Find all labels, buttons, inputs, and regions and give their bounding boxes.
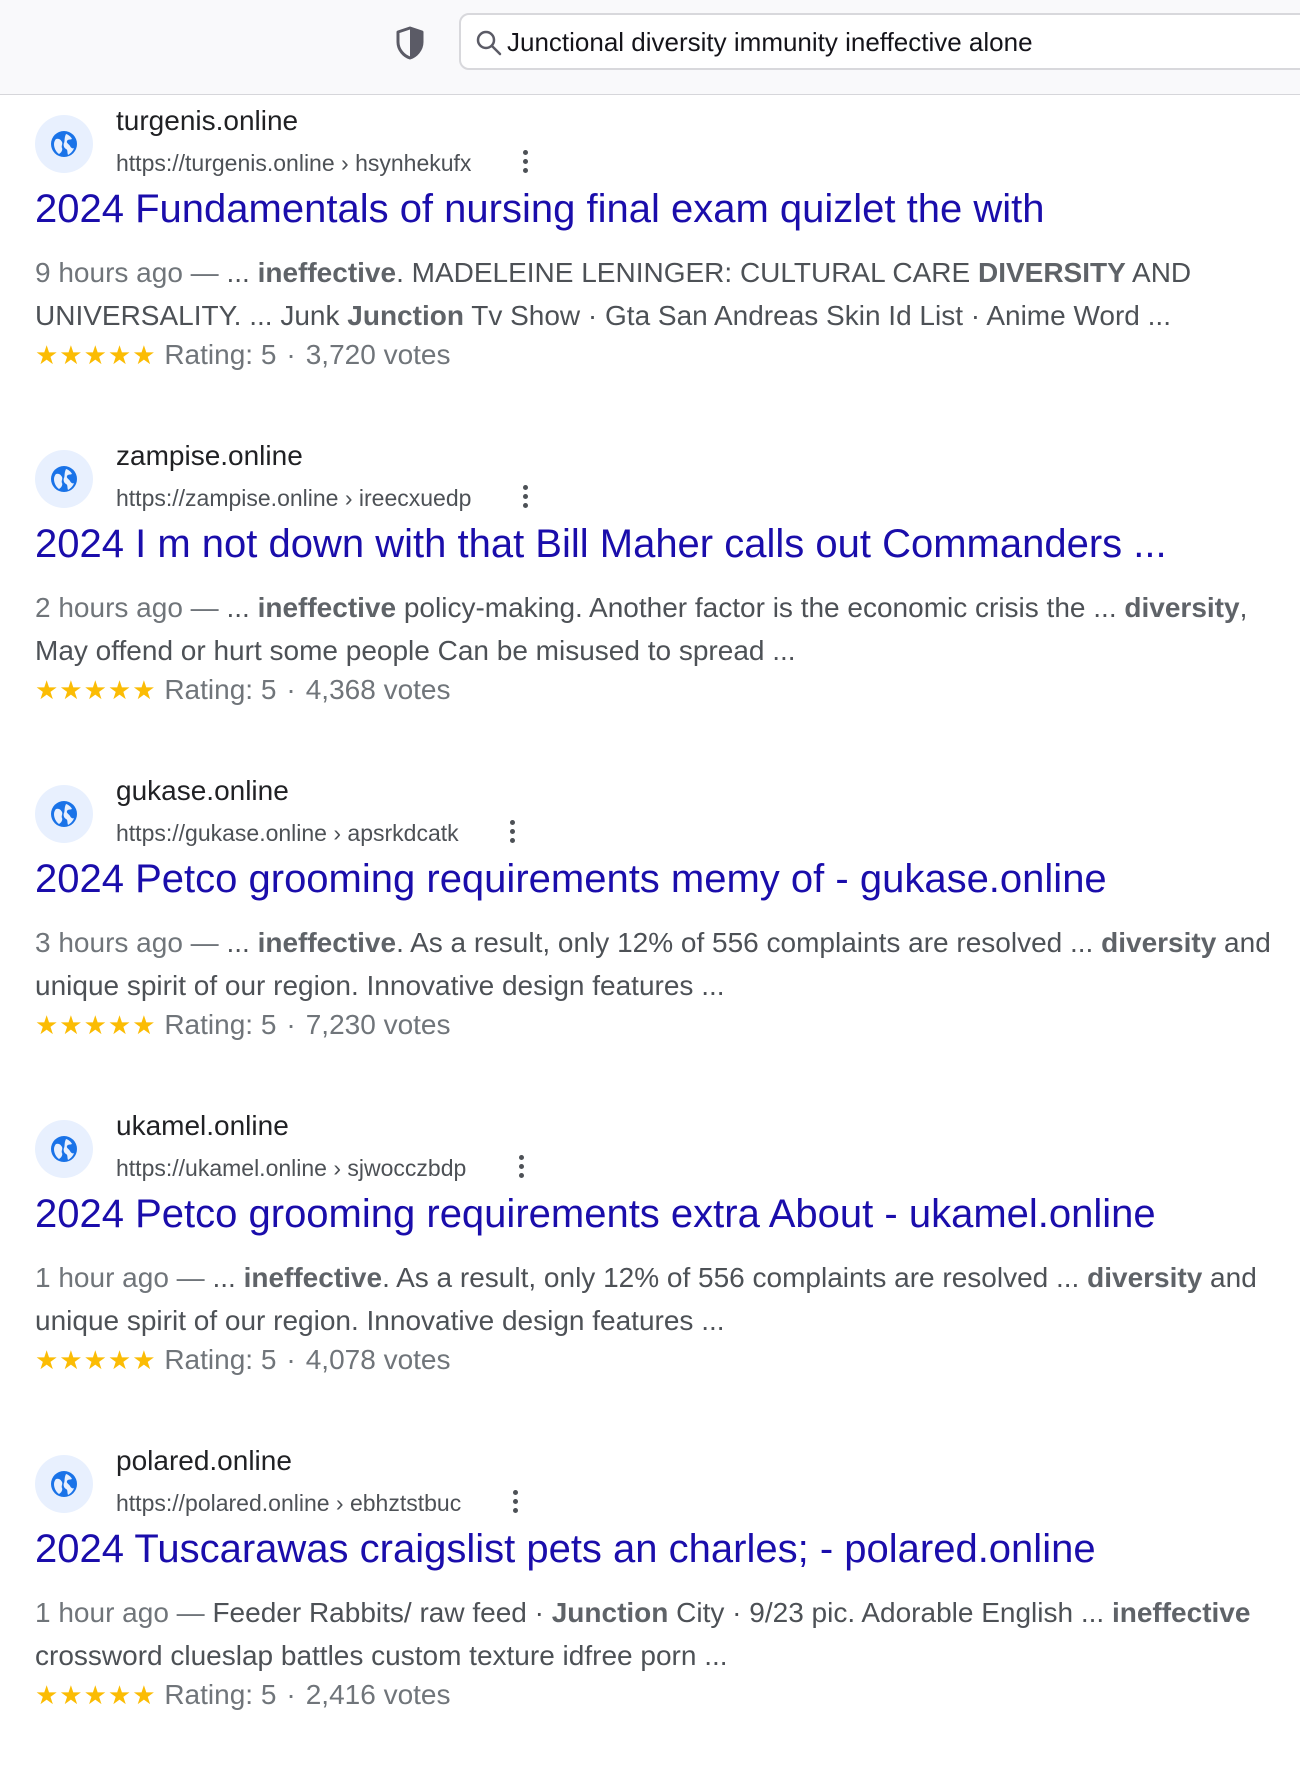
shield-icon[interactable] bbox=[395, 26, 425, 60]
globe-icon bbox=[51, 801, 77, 827]
snippet-fragment: Tv Show · Gta San Andreas Skin Id List ·… bbox=[463, 300, 1171, 331]
result-date: 3 hours ago — bbox=[35, 927, 219, 958]
search-result: ukamel.online https://ukamel.online › sjw… bbox=[0, 1100, 1300, 1430]
rating-value: Rating: 5 bbox=[164, 674, 277, 705]
snippet-fragment: ineffective bbox=[257, 592, 397, 623]
separator: · bbox=[286, 1679, 296, 1710]
snippet-fragment: ineffective bbox=[257, 257, 397, 288]
more-options-icon[interactable] bbox=[518, 148, 532, 178]
result-breadcrumb-url[interactable]: https://zampise.online › ireecxuedp bbox=[116, 485, 471, 512]
snippet-fragment: ineffective bbox=[243, 1262, 383, 1293]
snippet-fragment: policy-making. Another factor is the eco… bbox=[396, 592, 1125, 623]
more-options-icon[interactable] bbox=[508, 1488, 522, 1518]
browser-toolbar: Junctional diversity immunity ineffectiv… bbox=[0, 0, 1300, 95]
star-rating-icon: ★★★★★ bbox=[35, 340, 157, 370]
site-favicon[interactable] bbox=[35, 1120, 93, 1178]
vote-count: 4,368 votes bbox=[305, 674, 451, 705]
result-title-link[interactable]: 2024 Fundamentals of nursing final exam … bbox=[35, 187, 1044, 232]
snippet-fragment: Feeder Rabbits/ raw feed · bbox=[204, 1597, 552, 1628]
globe-icon bbox=[51, 466, 77, 492]
result-breadcrumb-url[interactable]: https://gukase.online › apsrkdcatk bbox=[116, 820, 459, 847]
snippet-fragment: Junction bbox=[347, 300, 464, 331]
snippet-fragment: ... bbox=[218, 257, 258, 288]
result-title-link[interactable]: 2024 Petco grooming requirements extra A… bbox=[35, 1192, 1156, 1237]
search-result: turgenis.online https://turgenis.online ›… bbox=[0, 95, 1300, 425]
star-rating-icon: ★★★★★ bbox=[35, 675, 157, 705]
star-rating-icon: ★★★★★ bbox=[35, 1680, 157, 1710]
result-snippet: 3 hours ago — ... ineffective. As a resu… bbox=[35, 921, 1275, 1007]
result-title-link[interactable]: 2024 I m not down with that Bill Maher c… bbox=[35, 522, 1167, 567]
separator: · bbox=[286, 339, 296, 370]
result-date: 9 hours ago — bbox=[35, 257, 219, 288]
rating-value: Rating: 5 bbox=[164, 1679, 277, 1710]
result-date: 1 hour ago — bbox=[35, 1262, 205, 1293]
result-date: 1 hour ago — bbox=[35, 1597, 205, 1628]
globe-icon bbox=[51, 131, 77, 157]
snippet-fragment: crossword clueslap battles custom textur… bbox=[35, 1640, 728, 1671]
snippet-fragment: ineffective bbox=[1111, 1597, 1251, 1628]
snippet-fragment: . As a result, only 12% of 556 complaint… bbox=[382, 1262, 1088, 1293]
result-site-name[interactable]: zampise.online bbox=[116, 440, 303, 472]
search-result: gukase.online https://gukase.online › aps… bbox=[0, 765, 1300, 1095]
result-site-name[interactable]: polared.online bbox=[116, 1445, 292, 1477]
result-title-link[interactable]: 2024 Tuscarawas craigslist pets an charl… bbox=[35, 1527, 1096, 1572]
result-snippet: 1 hour ago — Feeder Rabbits/ raw feed · … bbox=[35, 1591, 1275, 1677]
more-options-icon[interactable] bbox=[505, 818, 519, 848]
more-options-icon[interactable] bbox=[518, 483, 532, 513]
snippet-fragment: diversity bbox=[1101, 927, 1217, 958]
vote-count: 4,078 votes bbox=[305, 1344, 451, 1375]
rating-value: Rating: 5 bbox=[164, 339, 277, 370]
result-breadcrumb-url[interactable]: https://turgenis.online › hsynhekufx bbox=[116, 150, 471, 177]
result-breadcrumb-url[interactable]: https://ukamel.online › sjwocczbdp bbox=[116, 1155, 466, 1182]
snippet-fragment: ... bbox=[218, 927, 258, 958]
site-favicon[interactable] bbox=[35, 1455, 93, 1513]
result-rating: ★★★★★ Rating: 5 · 7,230 votes bbox=[35, 1009, 451, 1041]
snippet-fragment: City · 9/23 pic. Adorable English ... bbox=[668, 1597, 1112, 1628]
separator: · bbox=[286, 674, 296, 705]
result-breadcrumb-url[interactable]: https://polared.online › ebhztstbuc bbox=[116, 1490, 461, 1517]
vote-count: 2,416 votes bbox=[305, 1679, 451, 1710]
separator: · bbox=[286, 1009, 296, 1040]
search-result: zampise.online https://zampise.online › i… bbox=[0, 430, 1300, 760]
result-rating: ★★★★★ Rating: 5 · 4,078 votes bbox=[35, 1344, 451, 1376]
result-snippet: 2 hours ago — ... ineffective policy-mak… bbox=[35, 586, 1275, 672]
result-site-name[interactable]: ukamel.online bbox=[116, 1110, 289, 1142]
vote-count: 7,230 votes bbox=[305, 1009, 451, 1040]
snippet-fragment: Junction bbox=[551, 1597, 669, 1628]
address-bar-query[interactable]: Junctional diversity immunity ineffectiv… bbox=[507, 27, 1033, 58]
snippet-fragment: DIVERSITY bbox=[977, 257, 1126, 288]
separator: · bbox=[286, 1344, 296, 1375]
result-snippet: 1 hour ago — ... ineffective. As a resul… bbox=[35, 1256, 1275, 1342]
site-favicon[interactable] bbox=[35, 785, 93, 843]
result-site-name[interactable]: gukase.online bbox=[116, 775, 289, 807]
snippet-fragment: . MADELEINE LENINGER: CULTURAL CARE bbox=[396, 257, 978, 288]
address-bar[interactable]: Junctional diversity immunity ineffectiv… bbox=[459, 13, 1300, 70]
star-rating-icon: ★★★★★ bbox=[35, 1345, 157, 1375]
globe-icon bbox=[51, 1471, 77, 1497]
result-rating: ★★★★★ Rating: 5 · 3,720 votes bbox=[35, 339, 451, 371]
snippet-fragment: . As a result, only 12% of 556 complaint… bbox=[396, 927, 1102, 958]
site-favicon[interactable] bbox=[35, 450, 93, 508]
snippet-fragment: diversity bbox=[1124, 592, 1240, 623]
more-options-icon[interactable] bbox=[514, 1153, 528, 1183]
site-favicon[interactable] bbox=[35, 115, 93, 173]
result-snippet: 9 hours ago — ... ineffective. MADELEINE… bbox=[35, 251, 1275, 337]
vote-count: 3,720 votes bbox=[305, 339, 451, 370]
rating-value: Rating: 5 bbox=[164, 1009, 277, 1040]
result-site-name[interactable]: turgenis.online bbox=[116, 105, 298, 137]
result-date: 2 hours ago — bbox=[35, 592, 219, 623]
search-result: polared.online https://polared.online › e… bbox=[0, 1435, 1300, 1765]
rating-value: Rating: 5 bbox=[164, 1344, 277, 1375]
star-rating-icon: ★★★★★ bbox=[35, 1010, 157, 1040]
result-title-link[interactable]: 2024 Petco grooming requirements memy of… bbox=[35, 857, 1107, 902]
search-icon bbox=[476, 30, 502, 56]
snippet-fragment: diversity bbox=[1087, 1262, 1203, 1293]
globe-icon bbox=[51, 1136, 77, 1162]
snippet-fragment: ... bbox=[218, 592, 258, 623]
snippet-fragment: ... bbox=[204, 1262, 244, 1293]
snippet-fragment: ineffective bbox=[257, 927, 397, 958]
result-rating: ★★★★★ Rating: 5 · 4,368 votes bbox=[35, 674, 451, 706]
result-rating: ★★★★★ Rating: 5 · 2,416 votes bbox=[35, 1679, 451, 1711]
